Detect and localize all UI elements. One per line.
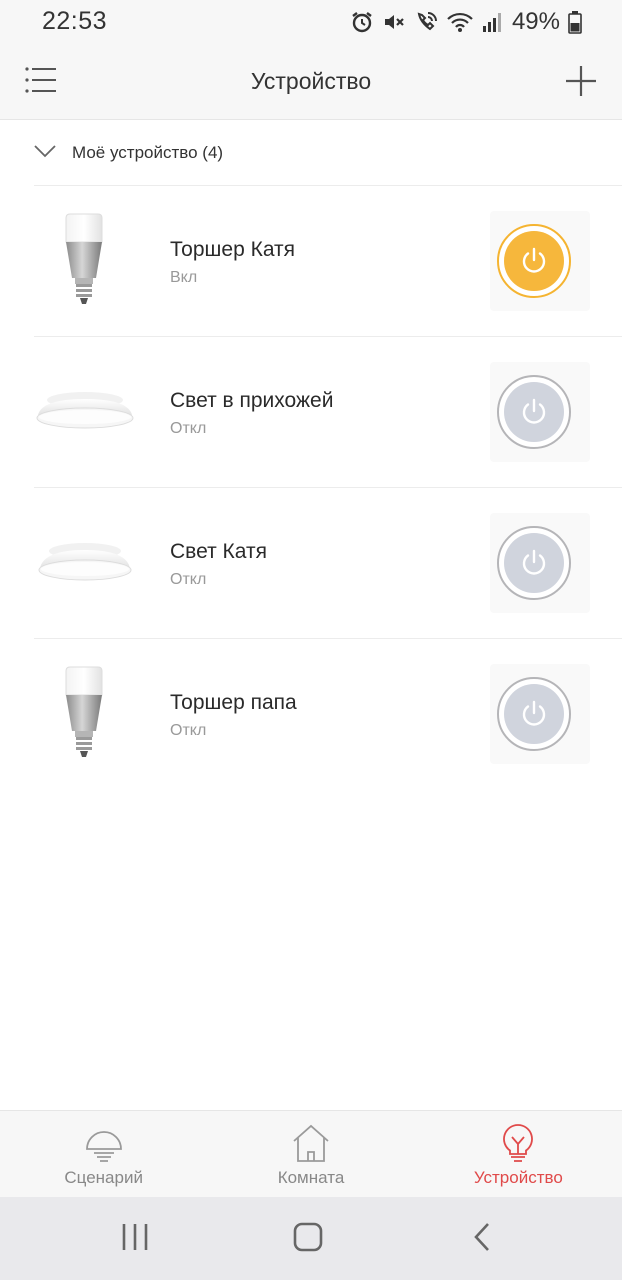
- add-device-button[interactable]: [564, 64, 598, 98]
- home-icon: [293, 1124, 329, 1162]
- nav-label: Комната: [277, 1168, 345, 1187]
- alarm-icon: [352, 12, 372, 33]
- device-row-svet-katya[interactable]: Свет Катя Откл: [0, 488, 622, 639]
- system-nav-bar: [0, 1197, 622, 1280]
- device-status: Откл: [170, 722, 207, 739]
- bulb-image: [65, 213, 103, 304]
- device-row-torsher-katya[interactable]: Торшер Катя Вкл: [0, 186, 622, 337]
- power-toggle-button[interactable]: [497, 375, 571, 449]
- nav-label: Сценарий: [64, 1168, 143, 1187]
- home-button-icon[interactable]: [293, 1222, 323, 1252]
- power-button-area: [490, 664, 590, 764]
- device-name: Торшер Катя: [170, 238, 296, 261]
- device-group-title: Моё устройство (4): [72, 143, 224, 162]
- device-status: Откл: [170, 571, 207, 588]
- bottom-nav: Сценарий Комната Устройство: [0, 1110, 622, 1197]
- signal-icon: [482, 13, 501, 32]
- back-icon[interactable]: [472, 1222, 492, 1252]
- mute-icon: [384, 15, 404, 29]
- battery-percentage: 49%: [511, 8, 560, 35]
- device-status: Откл: [170, 420, 207, 437]
- ceiling-light-image: [38, 543, 132, 581]
- status-icons: 49%: [350, 8, 582, 36]
- device-status: Вкл: [170, 269, 198, 286]
- device-group-toggle[interactable]: Моё устройство (4): [0, 120, 622, 186]
- status-time: 22:53: [42, 7, 108, 35]
- scene-lamp-icon: [85, 1131, 122, 1162]
- plus-icon: [566, 66, 596, 96]
- nav-tab-rooms[interactable]: Комната: [207, 1111, 414, 1197]
- status-bar: 22:53 49%: [0, 0, 622, 44]
- nav-tab-scenarios[interactable]: Сценарий: [0, 1111, 207, 1197]
- wifi-call-icon: [417, 12, 437, 31]
- device-row-torsher-papa[interactable]: Торшер папа Откл: [0, 639, 622, 790]
- power-toggle-button[interactable]: [497, 677, 571, 751]
- device-row-svet-v-prihozhey[interactable]: Свет в прихожей Откл: [0, 337, 622, 488]
- nav-tab-devices[interactable]: Устройство: [415, 1111, 622, 1197]
- power-button-area: [490, 211, 590, 311]
- chevron-down-icon: [34, 145, 56, 158]
- app-header: Устройство: [0, 44, 622, 120]
- ceiling-light-image: [36, 392, 134, 429]
- device-name: Свет в прихожей: [170, 389, 334, 412]
- power-button-area: [490, 362, 590, 462]
- bulb-icon: [503, 1124, 534, 1162]
- device-name: Свет Катя: [170, 540, 267, 563]
- device-name: Торшер папа: [170, 691, 297, 714]
- power-toggle-button[interactable]: [497, 526, 571, 600]
- power-icon: [522, 398, 546, 424]
- power-button-area: [490, 513, 590, 613]
- power-icon: [522, 247, 546, 273]
- device-list-panel: Моё устройство (4) Торшер Катя Вкл Свет …: [0, 120, 622, 1110]
- recent-apps-icon[interactable]: [121, 1222, 149, 1252]
- bulb-image: [65, 666, 103, 757]
- power-toggle-button[interactable]: [497, 224, 571, 298]
- power-icon: [522, 549, 546, 575]
- wifi-icon: [447, 12, 473, 32]
- power-icon: [522, 700, 546, 726]
- nav-label: Устройство: [473, 1168, 563, 1187]
- page-title: Устройство: [250, 68, 372, 94]
- battery-icon: [568, 11, 582, 34]
